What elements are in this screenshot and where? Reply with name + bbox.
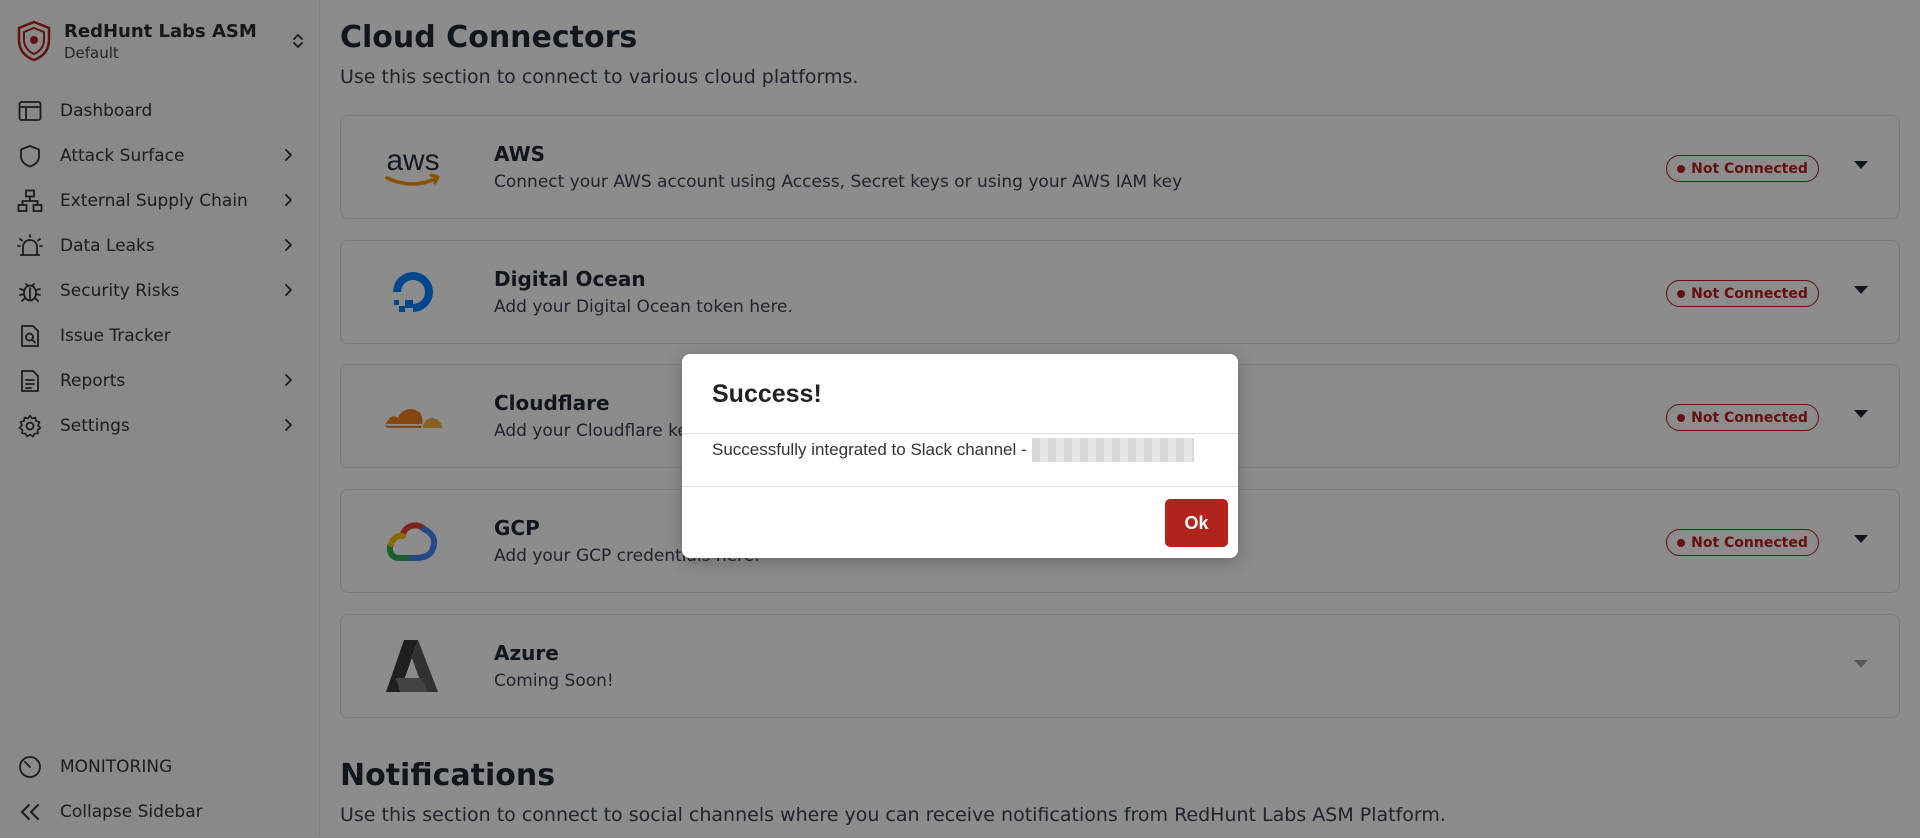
dialog-divider [682,486,1238,487]
ok-button[interactable]: Ok [1165,499,1228,547]
success-dialog: Success! Successfully integrated to Slac… [682,354,1238,558]
dialog-message: Successfully integrated to Slack channel… [712,438,1194,462]
dialog-title: Success! [712,380,822,408]
redacted-channel-name [1031,438,1194,462]
dialog-divider [682,433,1238,434]
dialog-message-text: Successfully integrated to Slack channel… [712,440,1027,459]
